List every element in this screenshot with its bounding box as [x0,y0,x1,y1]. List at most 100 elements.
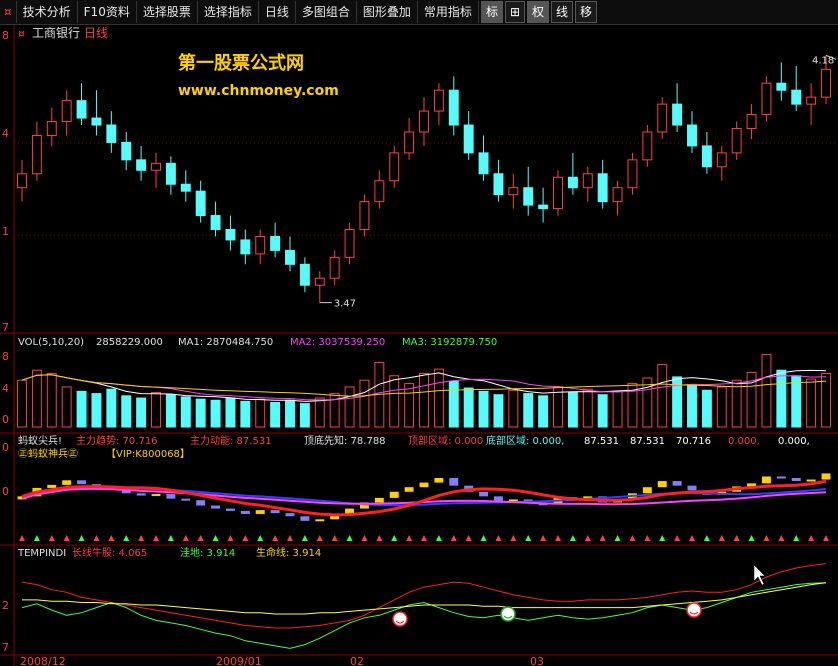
arrow-icon [480,535,487,541]
arrow-icon [778,535,785,541]
ant-l7: 87.531 [630,436,665,447]
temp-l3: 生命线: 3.914 [256,546,321,559]
volume-bar [597,394,608,428]
candle-body [433,89,444,112]
arrow-icon [793,535,800,541]
ant-bar [493,496,503,501]
candle-body [597,173,608,203]
toolbar-item-select-indicator[interactable]: 选择指标 [198,1,259,23]
arrow-icon [569,535,576,541]
vol-axis-label: 4 [2,382,9,395]
arrow-icon [540,535,547,541]
stock-chart[interactable]: ¤ 工商银行 日线 第一股票公式网 www.chnmoney.com 8 4 1… [0,25,838,666]
volume-bar [493,394,504,428]
vol-axis-label: 8 [2,350,9,363]
toolbar-item-daily[interactable]: 日线 [259,1,296,23]
volume-bar [165,394,176,428]
toolbar-item-f10[interactable]: F10资料 [78,1,137,23]
ant-bar [791,478,801,482]
toolbar-item-multi-chart[interactable]: 多图组合 [296,1,357,23]
temp-legend: TEMPINDI 长线牛股: 4.065 洼地: 3.914 生命线: 3.91… [17,546,321,559]
volume-bar [448,380,459,428]
arrow-icon [227,535,234,541]
arrow-icon [63,535,70,541]
ant-bar [47,484,57,488]
candle-body [791,89,802,105]
volume-bar [46,373,57,428]
ant-bar [196,500,206,506]
toolbar-item-overlay[interactable]: 图形叠加 [357,1,418,23]
candle-body [672,103,683,126]
candle-body [359,201,370,230]
volume-bar [463,387,474,428]
stock-name: 工商银行 [32,25,80,40]
toolbar-item-select-stock[interactable]: 选择股票 [137,1,198,23]
candle-body [374,180,385,203]
arrow-icon [197,535,204,541]
candle-body [761,82,772,116]
temp-axis-label: 7 [2,641,9,654]
candle-body [210,215,221,230]
arrow-icon [644,535,651,541]
candle-body [493,173,504,196]
volume-bars [17,354,831,428]
arrow-icon [242,535,249,541]
ant-bar [687,485,697,491]
arrow-icon [287,535,293,541]
volume-bar [91,393,102,428]
volume-bar [270,402,281,428]
candle-body [91,117,102,126]
date-label: 2009/01 [216,655,262,666]
volume-bar [538,395,549,428]
volume-bar [419,373,429,428]
mark-button[interactable]: 标 [480,1,503,23]
arrow-icon [718,535,725,541]
volume-bar [776,369,787,428]
volume-bar [359,379,370,428]
ant-bar [657,481,667,488]
watermark-url: www.chnmoney.com [178,83,339,99]
candle-body [463,124,474,154]
arrow-icon [421,535,427,541]
smiley-icon [686,602,702,618]
arrow-icon [689,535,695,541]
rights-button[interactable]: 权 [527,1,550,23]
volume-bar [612,390,623,428]
volume-bar [180,396,191,428]
volume-bar [210,399,221,428]
ant-l4: 顶部区域: 0.000 [408,434,483,447]
candle-body [195,190,206,217]
grid-button[interactable]: ⊞ [504,1,526,23]
volume-bar [314,397,325,428]
line-button[interactable]: 线 [551,1,574,23]
volume-bar [61,386,72,428]
volume-bar [285,399,295,428]
ant-bar [479,491,489,497]
candle-body [61,100,72,123]
volume-bar [806,378,817,428]
stock-icon: ¤ [18,27,25,40]
menu-icon[interactable]: ¤ [0,1,17,23]
date-label: 02 [350,655,364,666]
arrow-icon [331,535,338,541]
ant-bar [761,476,771,484]
volume-bar [344,386,355,428]
arrow-icon [138,535,145,541]
toolbar-item-common-indicators[interactable]: 常用指标 [418,1,479,23]
ant-bar [449,478,459,486]
ant-l2: 主力动能: 87.531 [190,434,272,447]
arrow-icon [733,535,740,541]
ant-bar [642,487,652,494]
move-button[interactable]: 移 [575,1,598,23]
candle-body [582,173,593,189]
candle-body [657,103,668,133]
toolbar-item-tech-analysis[interactable]: 技术分析 [17,1,78,23]
candle-body [538,204,549,210]
volume-bar [389,375,400,428]
arrow-icon [495,535,502,541]
volume-bar [17,379,27,428]
candle-body [76,100,87,119]
ant-l8: 70.716 [676,436,711,447]
candle-body [419,110,429,133]
ant-bar [225,508,235,511]
